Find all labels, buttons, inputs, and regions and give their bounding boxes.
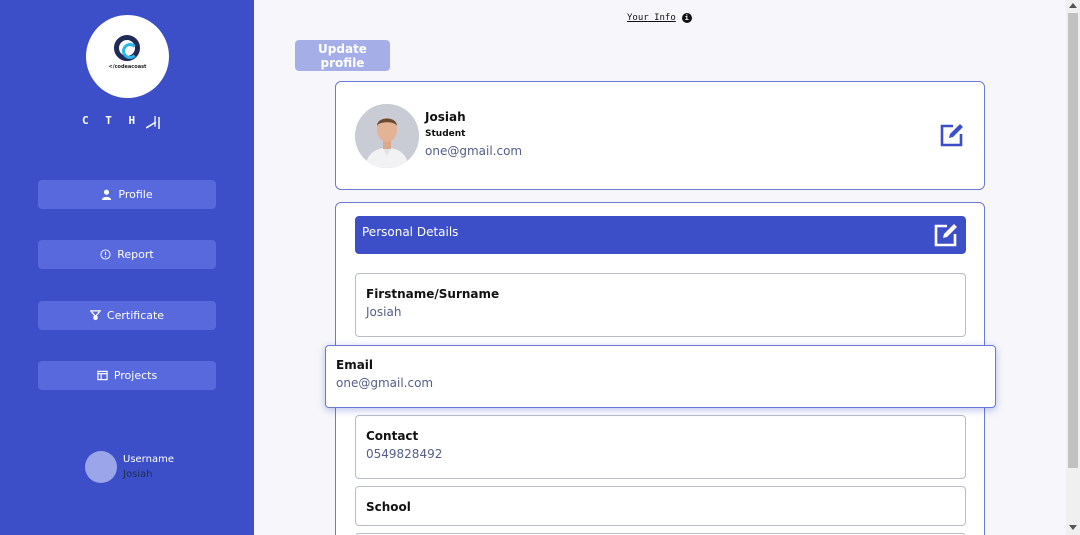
school-label: School [366,500,411,514]
edit-profile-icon[interactable] [939,122,965,148]
nav-certificate-button[interactable]: Certificate [38,301,216,330]
contact-value: 0549828492 [366,447,443,461]
firstname-value: Josiah [366,305,402,319]
person-photo-icon [355,104,419,168]
contact-label: Contact [366,429,419,443]
codecoast-logo: </codeacoast [86,15,169,98]
nav-profile-label: Profile [118,188,153,201]
firstname-field[interactable]: Firstname/Surname Josiah [355,273,966,337]
nav-profile-button[interactable]: Profile [38,180,216,209]
your-info-label: Your Info [627,13,676,23]
personal-details-header: Personal Details [355,216,966,254]
profile-name: Josiah [425,110,466,124]
firstname-label: Firstname/Surname [366,287,500,301]
profile-photo [355,104,419,168]
info-circle-icon [100,249,111,260]
profile-card: Josiah Student one@gmail.com [335,81,985,190]
your-info-link[interactable]: Your Info i [627,13,692,23]
nav-projects-label: Projects [113,369,158,382]
nav-projects-button[interactable]: Projects [38,361,216,390]
email-label: Email [336,358,374,372]
profile-role: Student [425,129,466,139]
update-profile-button[interactable]: Update profile [295,40,390,71]
sidebar: </codeacoast C T H | Profile Report Cert… [0,0,254,535]
scroll-thumb[interactable] [1068,13,1078,468]
contact-field[interactable]: Contact 0549828492 [355,415,966,479]
username-label: Username [123,454,174,465]
user-avatar[interactable] [85,451,117,483]
email-field[interactable]: Email one@gmail.com [325,345,996,408]
profile-email: one@gmail.com [425,144,523,158]
page-scrollbar[interactable] [1066,0,1080,535]
scroll-up-icon[interactable] [1069,3,1077,8]
school-field[interactable]: School [355,486,966,526]
projects-icon [97,370,108,381]
logo-text: </codeacoast [108,64,147,70]
info-icon[interactable]: i [681,13,692,23]
brand-slash-icon [146,117,160,129]
user-icon [102,189,112,200]
scroll-down-icon[interactable] [1069,525,1077,530]
certificate-icon [89,310,101,321]
logo-mark-icon [114,35,140,61]
username-value: Josiah [123,469,153,480]
email-value: one@gmail.com [336,376,434,390]
edit-details-icon[interactable] [933,222,959,248]
nav-report-button[interactable]: Report [38,240,216,269]
nav-report-label: Report [117,248,154,261]
nav-certificate-label: Certificate [106,309,165,322]
personal-details-title: Personal Details [362,225,459,239]
